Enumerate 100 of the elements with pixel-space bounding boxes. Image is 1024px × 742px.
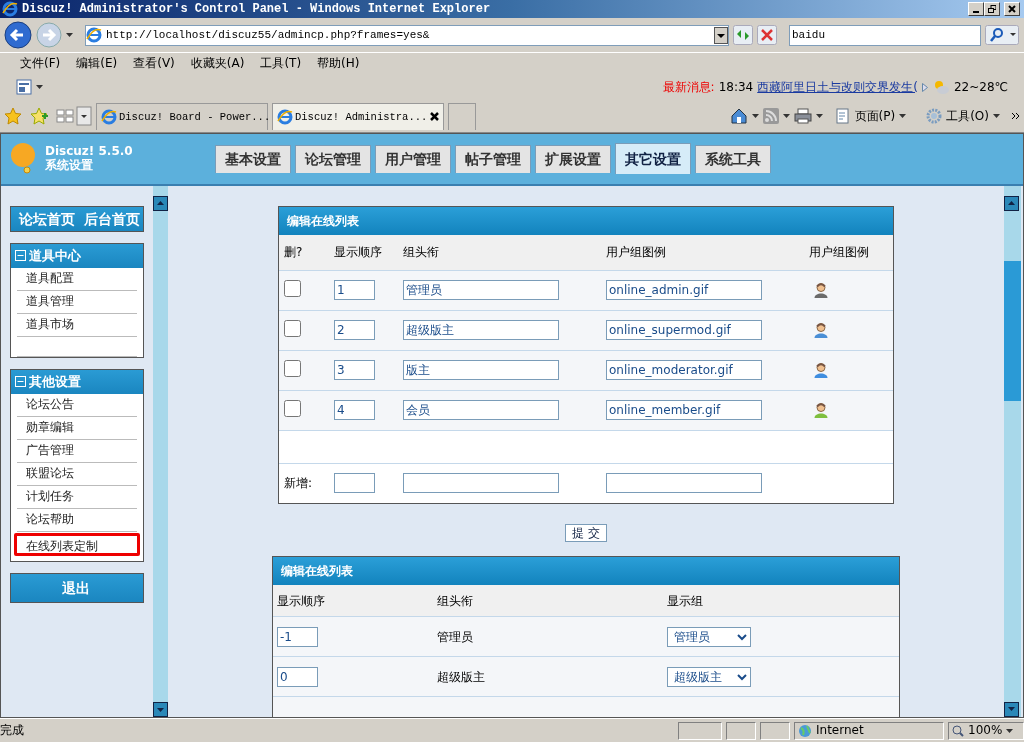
menu-item[interactable]: 查看(V) — [125, 56, 183, 71]
scrollbar[interactable] — [1004, 186, 1021, 717]
input-field[interactable]: 版主 — [403, 360, 559, 381]
table-cell: 管理员 — [437, 629, 473, 644]
scroll-down-icon[interactable] — [1008, 707, 1015, 712]
column-header: 组头衔 — [403, 245, 439, 260]
globe-icon — [798, 723, 812, 738]
play-icon[interactable] — [921, 82, 928, 92]
printer-icon[interactable] — [793, 108, 812, 124]
nav-tab[interactable]: 论坛管理 — [294, 145, 371, 173]
caret-icon — [66, 33, 73, 37]
column-header: 组头衔 — [437, 593, 473, 608]
caret-icon — [815, 114, 823, 118]
news-time: 18:34 — [718, 79, 754, 95]
checkbox[interactable] — [284, 400, 301, 418]
close-icon[interactable] — [430, 112, 439, 121]
column-header: 删? — [284, 245, 303, 260]
nav-tab[interactable]: 系统工具 — [694, 145, 771, 173]
checkbox[interactable] — [284, 360, 301, 378]
menu-item[interactable]: 收藏夹(A) — [182, 56, 253, 71]
input-field[interactable]: 会员 — [403, 400, 559, 421]
favorites-star-icon[interactable] — [4, 107, 22, 125]
input-field[interactable]: 2 — [334, 320, 375, 341]
sidebar-item[interactable]: 道具管理 — [17, 291, 137, 314]
section-title: 系统设置 — [45, 158, 94, 173]
zoom-button[interactable]: 100% — [948, 721, 1024, 740]
news-link[interactable]: 西藏阿里日土与改则交界发生( — [757, 79, 918, 95]
input-field[interactable]: online_member.gif — [606, 400, 762, 421]
add-favorite-icon[interactable] — [30, 107, 48, 125]
scroll-up-icon[interactable] — [1008, 201, 1015, 206]
sidebar-item[interactable]: 广告管理 — [17, 440, 137, 463]
refresh-button[interactable] — [733, 25, 753, 45]
input-field[interactable]: 1 — [334, 280, 375, 301]
gear-icon — [926, 108, 943, 124]
sidebar-item[interactable]: 论坛公告 — [17, 394, 137, 417]
menu-header[interactable]: 其他设置 — [11, 370, 143, 394]
page-menu[interactable]: 页面(P) — [826, 108, 915, 124]
menu-item[interactable]: 工具(T) — [252, 56, 310, 71]
sidebar-item[interactable]: 道具市场 — [17, 314, 137, 337]
close-button[interactable] — [1004, 2, 1020, 16]
nav-tab[interactable]: 用户管理 — [374, 145, 451, 173]
sidebar-item[interactable]: 勋章编辑 — [17, 417, 137, 440]
nav-tab[interactable]: 扩展设置 — [534, 145, 611, 173]
scroll-up-icon[interactable] — [157, 201, 164, 206]
input-field[interactable]: online_supermod.gif — [606, 320, 762, 341]
caret-icon — [899, 114, 907, 118]
sidebar-link[interactable]: 论坛首页 — [18, 210, 75, 228]
caret-icon — [751, 114, 759, 118]
feed-reader-icon[interactable] — [16, 79, 32, 95]
scrollbar[interactable] — [153, 186, 168, 717]
address-field[interactable]: http://localhost/discuz55/admincp.php?frames=yes& — [85, 24, 729, 46]
status-pane — [678, 721, 722, 740]
quick-tabs-icon[interactable] — [56, 106, 92, 126]
submit-button[interactable]: 提 交 — [565, 524, 607, 543]
menu-header[interactable]: 道具中心 — [11, 244, 143, 268]
input-field[interactable] — [334, 473, 375, 494]
menu-item[interactable]: 文件(F) — [12, 56, 69, 71]
browser-tab[interactable]: Discuz! Administra... — [272, 102, 444, 130]
sidebar-item[interactable]: 道具配置 — [17, 268, 137, 291]
stop-button[interactable] — [757, 25, 777, 45]
scroll-thumb[interactable] — [1004, 261, 1021, 402]
column-header: 显示组 — [667, 593, 703, 608]
nav-tab[interactable]: 其它设置 — [614, 143, 691, 175]
nav-tab[interactable]: 帖子管理 — [454, 145, 531, 173]
collapse-icon — [15, 250, 26, 262]
input-field[interactable]: 0 — [277, 666, 318, 687]
checkbox[interactable] — [284, 280, 301, 298]
browser-tab[interactable]: Discuz! Board - Power... — [96, 102, 268, 130]
sidebar-item[interactable]: 计划任务 — [17, 486, 137, 509]
menu-item[interactable]: 帮助(H) — [309, 56, 368, 71]
minimize-button[interactable] — [968, 2, 984, 16]
checkbox[interactable] — [284, 320, 301, 338]
menu-item[interactable]: 编辑(E) — [68, 56, 126, 71]
sidebar-link[interactable]: 后台首页 — [83, 210, 140, 228]
scroll-down-icon[interactable] — [157, 707, 164, 712]
nav-tab[interactable]: 基本设置 — [214, 145, 291, 173]
input-field[interactable] — [403, 473, 559, 494]
home-icon[interactable] — [729, 107, 748, 125]
group-select[interactable]: 管理员 — [667, 626, 751, 647]
sidebar-item[interactable]: 在线列表定制 — [14, 533, 140, 556]
search-field[interactable]: baidu — [789, 24, 981, 46]
lightbulb-logo-icon — [9, 142, 37, 174]
group-select[interactable]: 超级版主 — [667, 666, 751, 687]
input-field[interactable]: 管理员 — [403, 280, 559, 301]
restore-button[interactable] — [984, 2, 1000, 16]
search-icon[interactable] — [985, 25, 1019, 45]
tools-menu[interactable]: 工具(O) — [918, 108, 1008, 124]
chevron-icon[interactable] — [1012, 112, 1020, 120]
input-field[interactable]: 4 — [334, 400, 375, 421]
sidebar-item[interactable]: 联盟论坛 — [17, 463, 137, 486]
input-field[interactable] — [606, 473, 762, 494]
back-button[interactable] — [4, 21, 32, 49]
logout-button[interactable]: 退出 — [10, 573, 144, 603]
status-text: 完成 — [0, 723, 25, 738]
sidebar-item[interactable]: 论坛帮助 — [17, 509, 137, 532]
input-field[interactable]: online_admin.gif — [606, 280, 762, 301]
input-field[interactable]: 3 — [334, 360, 375, 381]
input-field[interactable]: 超级版主 — [403, 320, 559, 341]
input-field[interactable]: online_moderator.gif — [606, 360, 762, 381]
input-field[interactable]: -1 — [277, 626, 318, 647]
